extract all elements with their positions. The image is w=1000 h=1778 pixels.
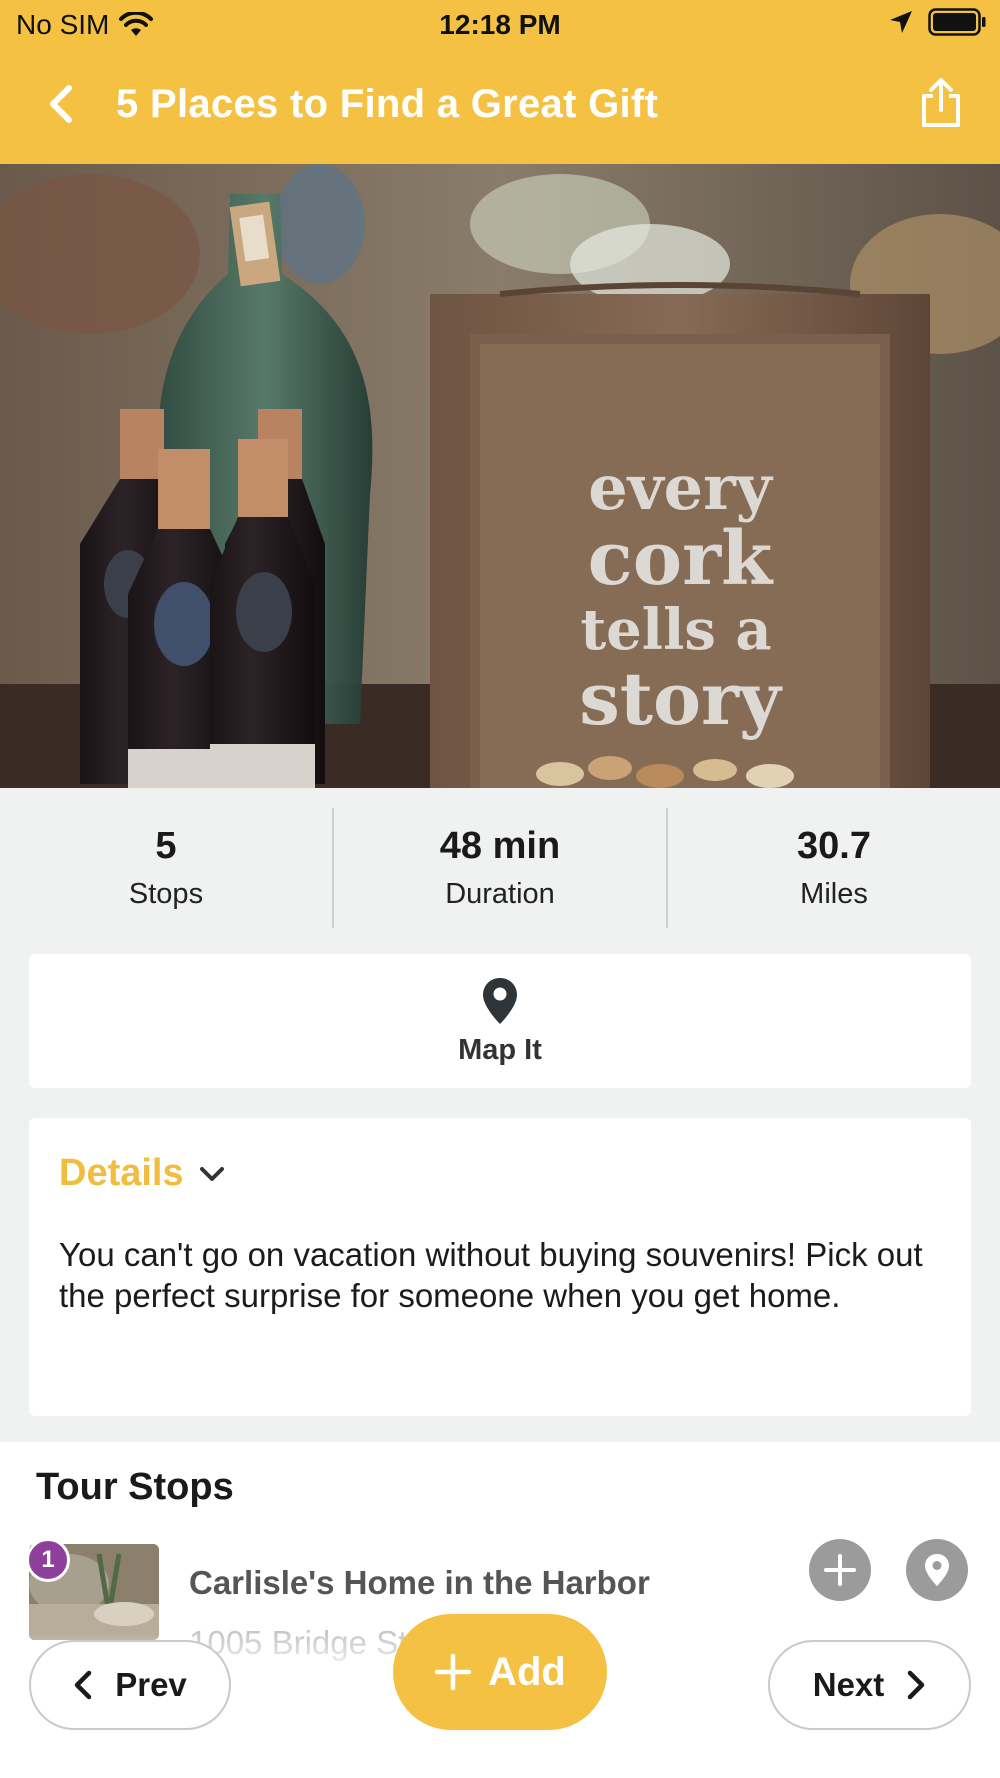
stop-map-button[interactable]	[906, 1539, 968, 1601]
details-title: Details	[59, 1152, 184, 1194]
stop-name[interactable]: Carlisle's Home in the Harbor	[189, 1564, 650, 1602]
hero-image: every cork tells a story	[0, 164, 1000, 788]
details-description: You can't go on vacation without buying …	[59, 1236, 923, 1314]
plus-icon	[434, 1653, 472, 1691]
add-label: Add	[488, 1649, 566, 1694]
stat-miles: 30.7 Miles	[668, 788, 1000, 948]
stat-label: Duration	[445, 878, 555, 910]
battery-icon	[928, 8, 986, 36]
map-pin-icon	[483, 977, 517, 1024]
stat-value: 5	[155, 825, 177, 867]
stat-label: Miles	[800, 878, 868, 910]
nav-bar: 5 Places to Find a Great Gift	[0, 48, 1000, 164]
tour-stats: 5 Stops 48 min Duration 30.7 Miles	[0, 788, 1000, 948]
stop-number-badge: 1	[26, 1538, 70, 1582]
chevron-left-icon	[50, 85, 72, 123]
status-time: 12:18 PM	[439, 9, 561, 40]
hero-illustration: every cork tells a story	[0, 164, 1000, 788]
chevron-down-icon	[199, 1166, 224, 1181]
stat-value: 30.7	[797, 825, 871, 867]
details-card: Details You can't go on vacation without…	[29, 1118, 971, 1416]
stat-value: 48 min	[439, 825, 561, 867]
status-right	[888, 8, 986, 36]
share-icon	[922, 78, 960, 127]
sign-line-1: every	[588, 451, 774, 524]
share-button[interactable]	[906, 68, 976, 138]
add-button[interactable]: Add	[393, 1614, 607, 1730]
tour-stops-heading: Tour Stops	[36, 1466, 234, 1508]
status-bar: No SIM 12:18 PM	[0, 0, 1000, 48]
page-title: 5 Places to Find a Great Gift	[116, 82, 659, 126]
stat-stops: 5 Stops	[0, 788, 332, 948]
location-arrow-icon	[890, 11, 912, 33]
sign-line-3: tells a	[580, 597, 771, 663]
details-toggle[interactable]: Details	[59, 1152, 226, 1195]
map-it-label: Map It	[458, 1033, 542, 1066]
prev-button[interactable]: Prev	[29, 1640, 231, 1730]
map-pin-icon	[925, 1554, 949, 1586]
sign-line-2: cork	[588, 516, 774, 602]
next-button[interactable]: Next	[768, 1640, 971, 1730]
stat-label: Stops	[128, 878, 204, 910]
add-stop-button[interactable]	[809, 1539, 871, 1601]
sign-text: every cork tells a story	[579, 451, 783, 741]
prev-label: Prev	[115, 1666, 187, 1703]
map-it-button[interactable]: Map It	[29, 954, 971, 1088]
sign-line-4: story	[579, 656, 783, 741]
next-label: Next	[812, 1666, 885, 1703]
plus-icon	[824, 1554, 856, 1586]
stat-duration: 48 min Duration	[334, 788, 666, 948]
chevron-left-icon	[74, 1670, 92, 1700]
chevron-right-icon	[908, 1670, 925, 1700]
back-button[interactable]	[30, 74, 90, 134]
